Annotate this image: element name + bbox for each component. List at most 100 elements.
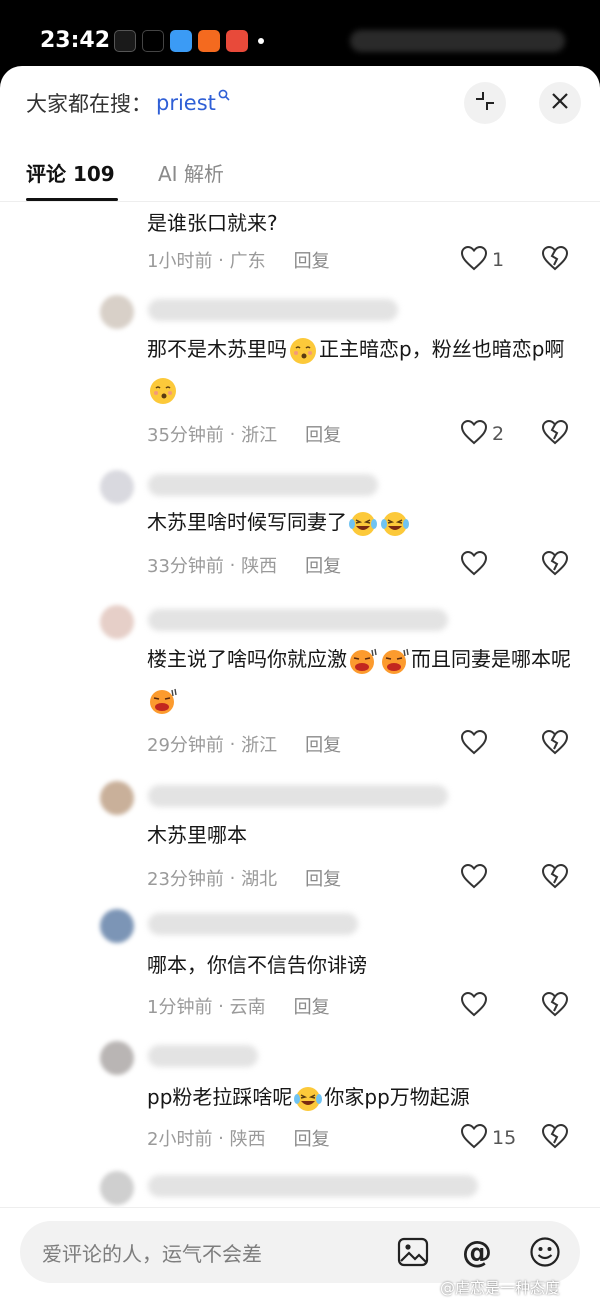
comment-text: 木苏里哪本 [147,815,587,855]
like-button[interactable] [460,991,492,1021]
dislike-button[interactable] [541,245,569,275]
image-icon[interactable] [396,1235,430,1269]
broken-heart-icon [541,729,569,759]
comment-meta: 23分钟前 · 湖北 回复 [147,863,341,893]
broken-heart-icon [541,991,569,1021]
reply-button[interactable]: 回复 [294,993,330,1019]
status-time: 23:42 [40,28,111,53]
reply-button[interactable]: 回复 [294,247,330,273]
comment-text-part: 木苏里啥时候写同妻了 [147,510,347,534]
meta-separator: · [212,995,230,1017]
username-blurred[interactable] [148,913,358,935]
hot-search-row[interactable]: 大家都在搜： priest [26,88,230,118]
reply-button[interactable]: 回复 [305,552,341,578]
tab-comments[interactable]: 评论 109 [26,158,115,187]
avatar[interactable] [100,1171,134,1205]
orange-app-icon [198,30,220,52]
emoji-icon[interactable] [528,1235,562,1269]
comment-location: 浙江 [241,735,278,756]
tab-ai-analysis[interactable]: AI 解析 [158,158,224,187]
comment-time: 1小时前 [147,251,213,272]
avatar[interactable] [100,605,134,639]
comments-sheet: 大家都在搜： priest 评论 109 AI 解析 是谁张口就来? 1小时前 … [0,66,600,1302]
comment-text: 楼主说了啥吗你就应激 而且同妻是哪本呢 [147,639,587,719]
close-button[interactable] [539,82,581,124]
comment-text-part: 楼主说了啥吗你就应激 [147,647,347,671]
mention-icon[interactable]: @ [460,1235,494,1270]
like-button[interactable]: 15 [460,1123,516,1153]
like-button[interactable]: 2 [460,419,504,449]
weibo-watermark: @虐恋是一种态度 [440,1279,561,1297]
cloud-app-icon [170,30,192,52]
avatar[interactable] [100,781,134,815]
username-blurred[interactable] [148,299,398,321]
meta-separator: · [223,733,242,755]
dislike-button[interactable] [541,1123,569,1153]
username-blurred[interactable] [148,1045,258,1067]
close-icon [551,92,569,114]
comment-text: pp粉老拉踩啥呢 你家pp万物起源 [147,1077,587,1117]
comment-text-part: 是谁张口就来? [147,211,278,235]
reply-button[interactable]: 回复 [305,865,341,891]
broken-heart-icon [541,419,569,449]
like-button[interactable] [460,729,492,759]
like-count: 15 [492,1127,517,1149]
comment-list[interactable]: 是谁张口就来? 1小时前 · 广东 回复 1 那不是木苏里吗 正主暗恋p，粉丝也暗… [0,203,600,1207]
comment-meta: 1小时前 · 广东 回复 [147,245,330,275]
reply-button[interactable]: 回复 [305,421,341,447]
comment-time: 2小时前 [147,1129,213,1150]
heart-icon [460,1123,488,1153]
comment-input[interactable]: 爱评论的人，运气不会差 @ [20,1221,580,1283]
username-blurred[interactable] [148,609,448,631]
dislike-button[interactable] [541,991,569,1021]
username-blurred[interactable] [148,474,378,496]
username-blurred[interactable] [148,1175,478,1197]
avatar[interactable] [100,470,134,504]
status-bar: 23:42 [0,0,600,70]
like-button[interactable] [460,550,492,580]
dislike-button[interactable] [541,419,569,449]
hot-search-term[interactable]: priest [156,91,216,115]
like-count: 1 [492,249,505,271]
heart-icon [460,863,488,893]
crying-emoji-icon [148,687,178,715]
comment-location: 陕西 [229,1129,266,1150]
avatar[interactable] [100,909,134,943]
status-app-icons [114,30,264,52]
heart-icon [460,550,488,580]
heart-icon [460,245,488,275]
dislike-button[interactable] [541,550,569,580]
meta-separator: · [212,249,230,271]
comment-text-part: 而且同妻是哪本呢 [411,647,571,671]
comment-time: 33分钟前 [147,556,224,577]
username-blurred[interactable] [148,785,448,807]
comment-text-part: pp粉老拉踩啥呢 [147,1085,293,1109]
reply-button[interactable]: 回复 [305,731,341,757]
laugh-cry-emoji-icon [380,510,410,538]
comment-time: 23分钟前 [147,869,224,890]
tab-bar: 评论 109 AI 解析 [0,150,600,202]
reply-button[interactable]: 回复 [294,1125,330,1151]
smirk-emoji-icon [148,377,178,405]
collapse-icon [474,90,496,116]
meta-separator: · [223,423,242,445]
mail-app-icon [226,30,248,52]
comment-time: 1分钟前 [147,997,213,1018]
crying-emoji-icon [348,647,378,675]
dislike-button[interactable] [541,863,569,893]
comment-location: 云南 [229,997,266,1018]
active-tab-indicator [26,198,118,201]
comment-text-part: 那不是木苏里吗 [147,337,287,361]
collapse-button[interactable] [464,82,506,124]
comment-location: 陕西 [241,556,278,577]
heart-icon [460,729,488,759]
dislike-button[interactable] [541,729,569,759]
avatar[interactable] [100,295,134,329]
like-button[interactable]: 1 [460,245,504,275]
comment-input-placeholder: 爱评论的人，运气不会差 [42,1242,262,1266]
avatar[interactable] [100,1041,134,1075]
comment-location: 浙江 [241,425,278,446]
laugh-cry-emoji-icon [293,1085,323,1113]
like-button[interactable] [460,863,492,893]
comment-location: 广东 [229,251,266,272]
